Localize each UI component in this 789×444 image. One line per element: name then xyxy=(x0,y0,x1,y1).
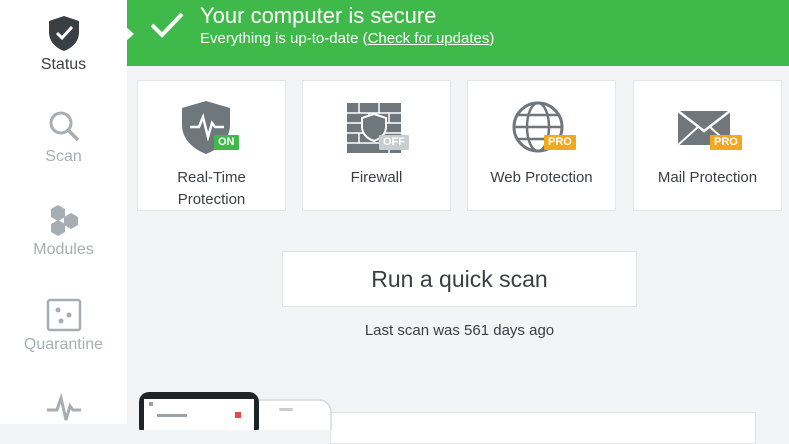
module-card-firewall[interactable]: OFF Firewall xyxy=(302,80,451,211)
link-paren-close: ) xyxy=(489,30,495,47)
pro-badge: PRO xyxy=(544,135,576,150)
sidebar-item-activity[interactable] xyxy=(0,394,127,424)
pro-badge: PRO xyxy=(710,135,742,150)
pulse-icon xyxy=(46,394,81,421)
magnifier-icon xyxy=(49,111,79,142)
module-label-line1: Web Protection xyxy=(490,169,593,186)
checkmark-icon xyxy=(150,12,184,38)
module-label: Mail Protection xyxy=(634,167,781,189)
status-subtitle: Everything is up-to-date (Check for upda… xyxy=(200,30,494,47)
module-card-mail-protection[interactable]: PRO Mail Protection xyxy=(633,80,782,211)
sidebar-item-label: Quarantine xyxy=(23,336,104,353)
mobile-promo-image xyxy=(139,390,334,441)
module-label: Real-Time Protection xyxy=(138,167,285,211)
sidebar-item-label: Modules xyxy=(33,241,94,258)
module-card-real-time-protection[interactable]: ON Real-Time Protection xyxy=(137,80,286,211)
promo-card xyxy=(330,412,756,444)
main-content: Your computer is secure Everything is up… xyxy=(126,0,789,444)
status-title: Your computer is secure xyxy=(200,3,437,28)
sidebar-item-label: Scan xyxy=(45,148,82,165)
module-label: Firewall xyxy=(303,167,450,189)
module-label-line1: Firewall xyxy=(350,169,403,186)
last-scan-text: Last scan was 561 days ago xyxy=(364,322,555,339)
module-card-web-protection[interactable]: PRO Web Protection xyxy=(467,80,616,211)
shield-check-icon xyxy=(48,16,79,51)
sidebar: Status Scan Modules Quarantine xyxy=(0,0,127,424)
status-banner: Your computer is secure Everything is up… xyxy=(126,0,789,66)
sidebar-item-quarantine[interactable]: Quarantine xyxy=(0,298,127,354)
status-badge: OFF xyxy=(379,135,409,150)
status-subtitle-text: Everything is up-to-date xyxy=(200,30,363,47)
sidebar-item-label: Status xyxy=(40,56,87,73)
module-label: Web Protection xyxy=(468,167,615,189)
sidebar-item-modules[interactable]: Modules xyxy=(0,203,127,259)
sidebar-item-scan[interactable]: Scan xyxy=(0,108,127,166)
status-badge: ON xyxy=(214,135,239,150)
run-quick-scan-button[interactable]: Run a quick scan xyxy=(282,251,637,307)
sidebar-item-status[interactable]: Status xyxy=(0,14,127,74)
active-indicator xyxy=(126,27,134,41)
quarantine-box-icon xyxy=(46,298,81,332)
module-label-line1: Real-Time xyxy=(177,169,246,186)
hexagons-icon xyxy=(50,205,78,236)
module-label-line1: Mail Protection xyxy=(657,169,758,186)
check-for-updates-link[interactable]: Check for updates xyxy=(368,30,490,47)
module-label-line2: Protection xyxy=(177,191,246,208)
